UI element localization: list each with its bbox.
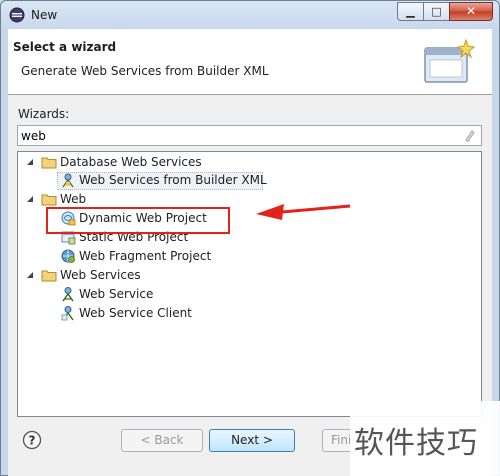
minimize-icon: ▁ (406, 5, 415, 18)
expand-triangle-icon[interactable] (26, 195, 34, 203)
close-icon: ✕ (465, 4, 477, 18)
eclipse-app-icon (9, 7, 25, 23)
clear-filter-icon[interactable] (464, 129, 476, 142)
annotation-highlight-box (46, 207, 230, 234)
back-button[interactable]: < Back (121, 429, 203, 452)
wizard-tree: Database Web Services Web Services from … (17, 151, 482, 417)
filter-field[interactable] (17, 125, 482, 146)
tree-item-web-service-client[interactable]: Web Service Client (18, 304, 478, 322)
wizards-label: Wizards: (18, 107, 70, 121)
filter-input[interactable] (21, 127, 451, 144)
tree-label: Web Service (79, 287, 154, 301)
annotation-arrow-icon (256, 204, 351, 220)
wizard-banner: Select a wizard Generate Web Services fr… (8, 29, 492, 95)
minimize-button[interactable]: ▁ (397, 2, 423, 21)
tree-folder-web-services[interactable]: Web Services (18, 266, 478, 284)
tree-label: Web Services (60, 268, 141, 282)
folder-icon (41, 157, 57, 169)
close-button[interactable]: ✕ (449, 2, 493, 21)
tree-label: Web Service Client (79, 306, 192, 320)
folder-icon (41, 194, 57, 206)
tree-label: Web (60, 192, 87, 206)
tree-label: Web Fragment Project (79, 249, 212, 263)
title-bar[interactable]: New ▁ □ ✕ (1, 1, 499, 29)
tree-folder-web[interactable]: Web (18, 190, 478, 208)
tree-item-web-services-from-builder-xml[interactable]: Web Services from Builder XML (18, 171, 478, 190)
web-service-icon (62, 287, 74, 302)
svg-text:?: ? (29, 434, 36, 448)
tree-item-web-fragment-project[interactable]: Web Fragment Project (18, 247, 478, 265)
new-wizard-icon (424, 38, 476, 83)
watermark-text: 软件技巧 (354, 426, 478, 461)
web-fragment-project-icon (61, 249, 75, 263)
tree-label: Web Services from Builder XML (79, 173, 267, 187)
next-button[interactable]: Next > (209, 429, 295, 452)
tree-label: Database Web Services (60, 155, 202, 169)
banner-description: Generate Web Services from Builder XML (21, 64, 269, 78)
help-icon[interactable]: ? (22, 430, 42, 450)
window-title: New (31, 8, 58, 22)
tree-folder-database-web-services[interactable]: Database Web Services (18, 153, 478, 171)
ws-builder-icon (62, 173, 74, 188)
tree-item-web-service[interactable]: Web Service (18, 285, 478, 303)
folder-icon (41, 270, 57, 282)
expand-triangle-icon[interactable] (26, 158, 34, 166)
maximize-icon: □ (431, 5, 442, 18)
maximize-button[interactable]: □ (423, 2, 449, 21)
banner-title: Select a wizard (13, 40, 117, 54)
expand-triangle-icon[interactable] (26, 271, 34, 279)
web-service-client-icon (61, 306, 74, 321)
